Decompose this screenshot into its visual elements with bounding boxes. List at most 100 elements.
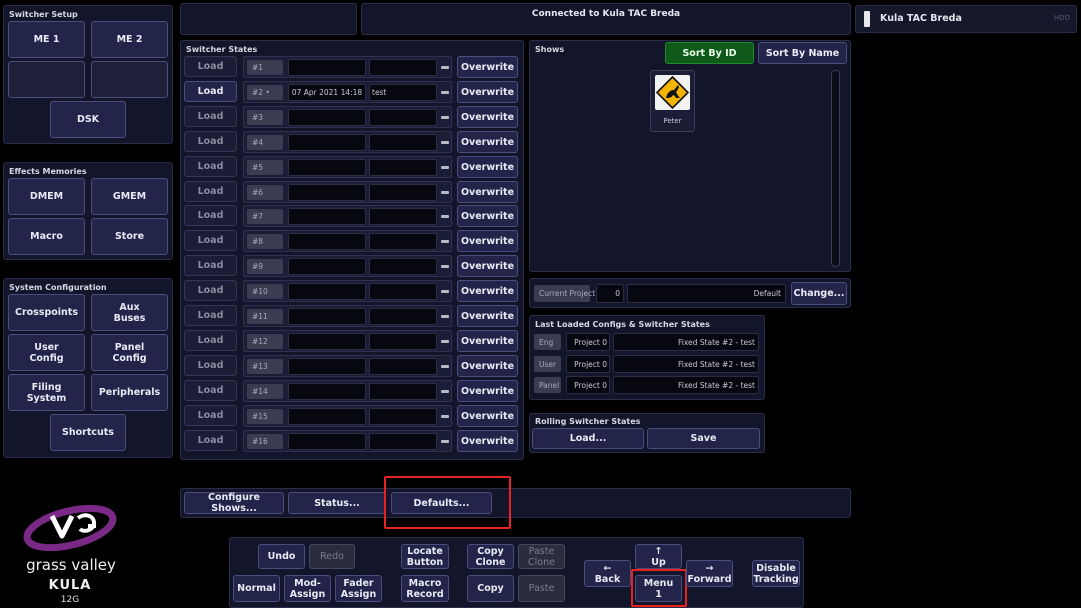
pencil-icon[interactable] — [441, 166, 449, 169]
crosspoints-button[interactable]: Crosspoints — [8, 294, 85, 331]
change-project-button[interactable]: Change... — [791, 282, 847, 305]
load-state-button[interactable]: Load — [184, 380, 237, 401]
state-id: #2 • — [247, 85, 283, 100]
overwrite-state-button[interactable]: Overwrite — [457, 230, 518, 252]
overwrite-state-button[interactable]: Overwrite — [457, 181, 518, 203]
store-button[interactable]: Store — [91, 218, 168, 255]
paste-clone-button[interactable]: Paste Clone — [518, 544, 565, 569]
peripherals-button[interactable]: Peripherals — [91, 374, 168, 411]
shortcuts-button[interactable]: Shortcuts — [50, 414, 126, 451]
state-date — [288, 433, 366, 450]
state-name — [369, 134, 437, 151]
load-state-button[interactable]: Load — [184, 106, 237, 127]
fader-assign-button[interactable]: Fader Assign — [335, 575, 382, 602]
load-state-button[interactable]: Load — [184, 280, 237, 301]
load-state-button[interactable]: Load — [184, 56, 237, 77]
panel-config-button[interactable]: Panel Config — [91, 334, 168, 371]
dsk-button[interactable]: DSK — [50, 101, 126, 138]
overwrite-state-button[interactable]: Overwrite — [457, 355, 518, 377]
overwrite-state-button[interactable]: Overwrite — [457, 330, 518, 352]
pencil-icon[interactable] — [441, 315, 449, 318]
load-state-button[interactable]: Load — [184, 305, 237, 326]
overwrite-state-button[interactable]: Overwrite — [457, 305, 518, 327]
overwrite-state-button[interactable]: Overwrite — [457, 106, 518, 128]
pencil-icon[interactable] — [441, 215, 449, 218]
paste-button[interactable]: Paste — [518, 575, 565, 602]
load-state-button[interactable]: Load — [184, 230, 237, 251]
overwrite-state-button[interactable]: Overwrite — [457, 156, 518, 178]
shows-scrollbar[interactable] — [831, 70, 840, 267]
overwrite-state-button[interactable]: Overwrite — [457, 131, 518, 153]
pencil-icon[interactable] — [441, 116, 449, 119]
user-config-button[interactable]: User Config — [8, 334, 85, 371]
overwrite-state-button[interactable]: Overwrite — [457, 280, 518, 302]
me1-button[interactable]: ME 1 — [8, 21, 85, 58]
sort-by-name-button[interactable]: Sort By Name — [758, 42, 847, 64]
pencil-icon[interactable] — [441, 191, 449, 194]
last-loaded-state: Fixed State #2 - test — [613, 333, 759, 351]
load-state-button[interactable]: Load — [184, 405, 237, 426]
sort-by-id-button[interactable]: Sort By ID — [665, 42, 754, 64]
me2-button[interactable]: ME 2 — [91, 21, 168, 58]
filing-system-button[interactable]: Filing System — [8, 374, 85, 411]
load-state-button[interactable]: Load — [184, 205, 237, 226]
overwrite-state-button[interactable]: Overwrite — [457, 56, 518, 78]
dmem-button[interactable]: DMEM — [8, 178, 85, 215]
pencil-icon[interactable] — [441, 265, 449, 268]
back-button[interactable]: ← Back — [584, 560, 631, 587]
load-state-button[interactable]: Load — [184, 156, 237, 177]
configure-shows-button[interactable]: Configure Shows... — [184, 492, 284, 514]
empty-setup-button-2[interactable] — [91, 61, 168, 98]
copy-button[interactable]: Copy — [467, 575, 514, 602]
pencil-icon[interactable] — [441, 390, 449, 393]
overwrite-state-button[interactable]: Overwrite — [457, 405, 518, 427]
state-date — [288, 308, 366, 325]
pencil-icon[interactable] — [441, 290, 449, 293]
pencil-icon[interactable] — [441, 240, 449, 243]
load-state-button[interactable]: Load — [184, 355, 237, 376]
normal-button[interactable]: Normal — [233, 575, 280, 602]
header-left-bar — [180, 3, 357, 35]
pencil-icon[interactable] — [441, 340, 449, 343]
redo-button[interactable]: Redo — [309, 544, 355, 569]
rolling-save-button[interactable]: Save — [647, 428, 760, 449]
show-item[interactable]: Peter — [650, 70, 695, 132]
pencil-icon[interactable] — [441, 91, 449, 94]
forward-button[interactable]: → Forward — [686, 560, 733, 587]
gmem-button[interactable]: GMEM — [91, 178, 168, 215]
load-state-button[interactable]: Load — [184, 181, 237, 202]
macro-record-button[interactable]: Macro Record — [401, 575, 449, 602]
pencil-icon[interactable] — [441, 66, 449, 69]
status-button[interactable]: Status... — [288, 492, 386, 514]
load-state-button[interactable]: Load — [184, 81, 237, 102]
copy-clone-button[interactable]: Copy Clone — [467, 544, 514, 569]
state-id: #16 — [247, 434, 283, 449]
brand-company: grass valley — [26, 556, 116, 574]
overwrite-state-button[interactable]: Overwrite — [457, 81, 518, 103]
empty-setup-button-1[interactable] — [8, 61, 85, 98]
overwrite-state-button[interactable]: Overwrite — [457, 205, 518, 227]
pencil-icon[interactable] — [441, 141, 449, 144]
state-date — [288, 134, 366, 151]
load-state-button[interactable]: Load — [184, 255, 237, 276]
disable-tracking-button[interactable]: Disable Tracking — [752, 560, 800, 587]
load-state-button[interactable]: Load — [184, 330, 237, 351]
overwrite-state-button[interactable]: Overwrite — [457, 380, 518, 402]
pencil-icon[interactable] — [441, 365, 449, 368]
overwrite-state-button[interactable]: Overwrite — [457, 430, 518, 452]
mod-assign-button[interactable]: Mod- Assign — [284, 575, 331, 602]
up-button[interactable]: ↑ Up — [635, 544, 682, 569]
undo-button[interactable]: Undo — [258, 544, 305, 569]
aux-buses-button[interactable]: Aux Buses — [91, 294, 168, 331]
rolling-load-button[interactable]: Load... — [532, 428, 644, 449]
load-state-button[interactable]: Load — [184, 430, 237, 451]
pencil-icon[interactable] — [441, 415, 449, 418]
pencil-icon[interactable] — [441, 440, 449, 443]
load-state-button[interactable]: Load — [184, 131, 237, 152]
overwrite-state-button[interactable]: Overwrite — [457, 255, 518, 277]
state-id: #11 — [247, 309, 283, 324]
current-project-name: Default — [627, 284, 786, 303]
locate-button-button[interactable]: Locate Button — [401, 544, 449, 569]
macro-button[interactable]: Macro — [8, 218, 85, 255]
last-loaded-tag: User — [534, 356, 561, 372]
